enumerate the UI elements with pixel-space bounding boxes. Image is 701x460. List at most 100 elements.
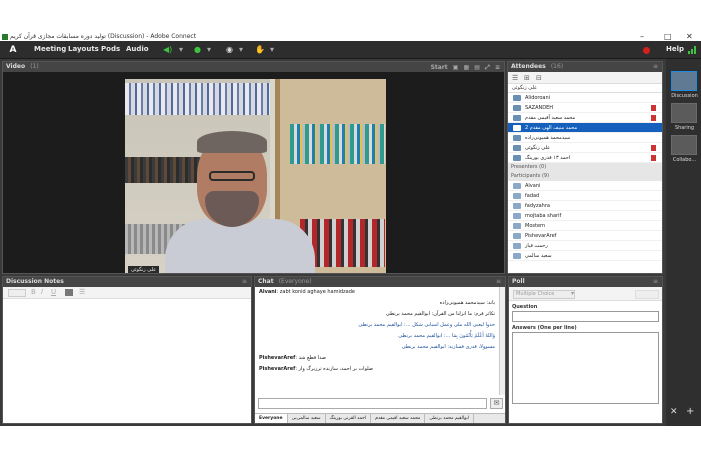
attendee-row[interactable]: سعید سالمی xyxy=(508,251,662,261)
chat-message: مسوولا، قدری فسازید: ابوالقیم محمد برنطی xyxy=(255,342,499,353)
attendee-row[interactable]: احمد ۱۳ قدری بورینگ xyxy=(508,153,662,163)
poll-answers-label: Answers (One per line) xyxy=(512,325,577,331)
add-layout-icon[interactable]: + xyxy=(686,406,694,417)
poll-open-button[interactable] xyxy=(635,290,659,299)
attendee-row[interactable]: محمد سعید آقیمی مقدم xyxy=(508,113,662,123)
notes-text-area[interactable] xyxy=(3,299,251,423)
italic-icon[interactable]: I xyxy=(41,288,43,296)
layout-label-discussion[interactable]: Discussion xyxy=(668,93,701,99)
chat-scrollbar[interactable] xyxy=(499,287,505,395)
chat-text: تکاثر فرم: ما انزلنا من القرآن: ابوالقیم… xyxy=(385,311,495,317)
attendee-name: SAZANDEH xyxy=(525,105,554,111)
poll-answers-input[interactable] xyxy=(512,332,659,404)
layout-thumbnail-sharing[interactable] xyxy=(671,103,697,123)
chat-message: PishevarAref: صدا قطع شد xyxy=(259,355,326,361)
attendee-row[interactable]: fadad xyxy=(508,191,662,201)
status-dropdown-icon[interactable]: ▾ xyxy=(270,44,274,56)
speaker-glasses xyxy=(209,171,255,181)
attendees-pod-title: Attendees xyxy=(511,63,546,70)
chat-message: خذوا لیعنی الله ملی وعمل اسبابی شکل ...:… xyxy=(255,320,499,331)
speaker-dropdown-icon[interactable]: ▾ xyxy=(179,44,183,56)
participants-section[interactable]: Participants (9) xyxy=(508,172,662,181)
attendee-row[interactable]: PishevarAref xyxy=(508,231,662,241)
poll-question-label: Question xyxy=(512,304,538,310)
layout-thumbnail-collaboration[interactable] xyxy=(671,135,697,155)
microphone-dropdown-icon[interactable]: ▾ xyxy=(207,44,211,56)
maximize-button[interactable]: □ xyxy=(664,32,672,41)
pod-options-icon[interactable]: ≡ xyxy=(653,62,658,72)
menu-meeting[interactable]: Meeting xyxy=(34,45,66,53)
participant-icon xyxy=(513,253,521,259)
underline-icon[interactable]: U xyxy=(51,288,56,296)
chat-message: تکاثر فرم: ما انزلنا من القرآن: ابوالقیم… xyxy=(255,309,499,320)
menu-pods[interactable]: Pods xyxy=(101,45,120,53)
poll-question-input[interactable] xyxy=(512,311,659,322)
video-feed[interactable]: علی زنگوئی xyxy=(125,79,386,273)
attendee-search-label[interactable]: علی زنگوئی xyxy=(508,84,662,93)
chat-input[interactable] xyxy=(258,398,487,409)
camera-dropdown-icon[interactable]: ▾ xyxy=(239,44,243,56)
camera-icon[interactable]: ◉ xyxy=(226,44,233,56)
chat-tab[interactable]: احمد القرنی بورینگ xyxy=(326,414,372,423)
host-icon xyxy=(513,135,521,141)
attendee-name: محمد سعید آقیمی مقدم xyxy=(525,115,576,121)
attendee-row[interactable]: mojtaba sharif xyxy=(508,211,662,221)
attendee-name: رحمت قیاز xyxy=(525,243,548,249)
status-view-icon[interactable]: ⊟ xyxy=(536,74,542,82)
pod-options-icon[interactable]: ≡ xyxy=(653,277,658,287)
layout-thumbnail-discussion[interactable] xyxy=(671,71,697,91)
attendee-row[interactable]: Alvani xyxy=(508,181,662,191)
chat-tab[interactable]: ابوالقیم محمد برنطی xyxy=(425,414,475,423)
chat-pod: Chat (Everyone) ≡ Alvani: zabt konid agh… xyxy=(254,276,506,424)
presenters-section[interactable]: Presenters (0) xyxy=(508,163,662,172)
bold-icon[interactable]: B xyxy=(31,288,36,296)
text-color-icon[interactable] xyxy=(65,289,73,296)
attendee-row[interactable]: رحمت قیاز xyxy=(508,241,662,251)
layout-label-sharing[interactable]: Sharing xyxy=(668,125,701,131)
attendee-row-selected[interactable]: محمد منیف الهی مقدم 2 xyxy=(508,123,662,133)
mic-status-icon xyxy=(651,115,656,121)
pod-options-icon[interactable]: ≡ xyxy=(496,277,501,287)
grid-view-icon[interactable]: ⊞ xyxy=(524,74,530,82)
pod-area: Video (1) Start ▣ ▦ ▤ ⤢ ≡ علی زنگوئی Att… xyxy=(0,59,666,426)
pod-options-icon[interactable]: ≡ xyxy=(242,277,247,287)
layouts-bar: Discussion Sharing Collabo... ✕ + xyxy=(666,59,701,426)
menu-audio[interactable]: Audio xyxy=(126,45,149,53)
attendee-row[interactable]: SAZANDEH xyxy=(508,103,662,113)
minimize-button[interactable]: – xyxy=(640,32,644,41)
mic-status-icon xyxy=(651,105,656,111)
attendee-row[interactable]: fadyzahra xyxy=(508,201,662,211)
chat-text: صلوات بر احمد، سازنده ترزبرگ وار xyxy=(298,366,374,372)
discussion-notes-pod: Discussion Notes ≡ B I U ☰ xyxy=(2,276,252,424)
window-title: تولید دوره مسابقات مجازی قرآن کریم (Disc… xyxy=(10,33,197,40)
list-view-icon[interactable]: ☰ xyxy=(512,74,518,82)
chevron-down-icon: ▾ xyxy=(571,290,575,297)
raise-hand-icon[interactable]: ✋ xyxy=(255,44,265,56)
chat-message: Alvani: zabt konid aghaye hamidzade xyxy=(259,289,355,295)
chat-tab[interactable]: سعید سالمی‌بی xyxy=(288,414,326,423)
notes-pod-header: Discussion Notes ≡ xyxy=(3,277,251,287)
close-button[interactable]: ✕ xyxy=(686,32,693,41)
recording-indicator-icon[interactable] xyxy=(643,47,650,54)
poll-type-dropdown[interactable]: Multiple Choice xyxy=(513,290,575,299)
attendee-row[interactable]: Alidoroani xyxy=(508,93,662,103)
attendee-row[interactable]: Mostern xyxy=(508,221,662,231)
speaker-icon[interactable]: ◀) xyxy=(163,44,172,56)
layout-label-collaboration[interactable]: Collabo... xyxy=(668,157,701,163)
window-titlebar: تولید دوره مسابقات مجازی قرآن کریم (Disc… xyxy=(0,0,701,41)
tools-icon[interactable]: ✕ xyxy=(670,407,678,417)
attendee-row[interactable]: سیدمحمد همیونی‌زاده xyxy=(508,133,662,143)
chat-text: خذوا لیعنی الله ملی وعمل اسبابی شکل ...:… xyxy=(358,322,495,328)
chat-tab[interactable]: محمد سعید اقیمی مقدم xyxy=(371,414,426,423)
host-icon xyxy=(513,125,521,131)
microphone-icon[interactable]: ● xyxy=(194,44,201,56)
bullet-list-icon[interactable]: ☰ xyxy=(79,288,85,296)
mic-status-icon xyxy=(651,145,656,151)
menu-layouts[interactable]: Layouts xyxy=(68,45,99,53)
attendee-row[interactable]: علی زنگوئی xyxy=(508,143,662,153)
chat-tab-everyone[interactable]: Everyone xyxy=(255,414,288,423)
chat-pod-header: Chat (Everyone) ≡ xyxy=(255,277,505,287)
menu-help[interactable]: Help xyxy=(666,45,684,53)
send-message-icon[interactable]: ✉ xyxy=(490,398,503,409)
font-size-dropdown[interactable] xyxy=(8,289,26,297)
